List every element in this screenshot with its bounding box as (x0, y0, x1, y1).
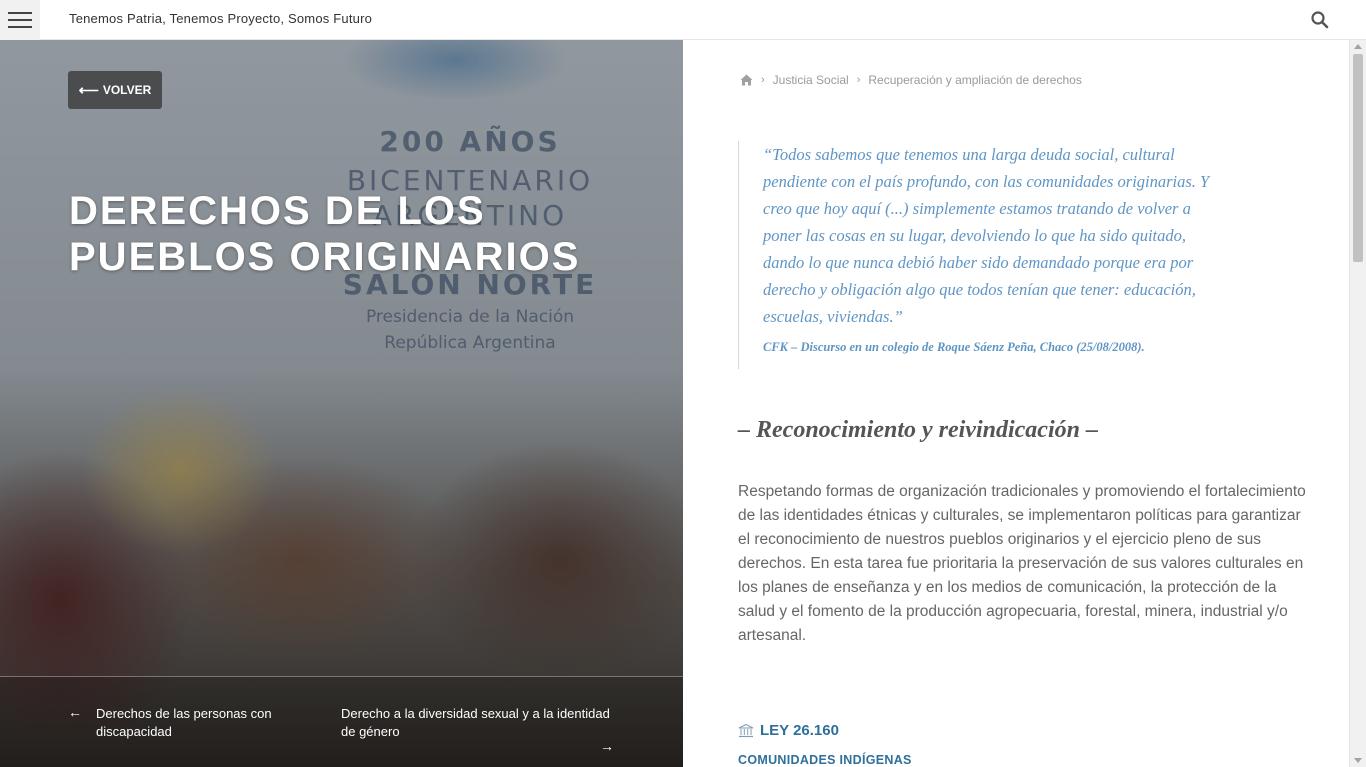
breadcrumb-item[interactable]: Recuperación y ampliación de derechos (868, 73, 1081, 87)
page-scrollbar[interactable] (1349, 40, 1366, 767)
law-heading[interactable]: LEY 26.160 (738, 722, 839, 739)
previous-article-label: Derechos de las personas con discapacida… (96, 706, 272, 739)
chevron-right-icon: › (856, 74, 861, 86)
hamburger-icon (8, 12, 32, 14)
arrow-left-icon: ⟵ (78, 81, 99, 98)
site-tagline[interactable]: Tenemos Patria, Tenemos Proyecto, Somos … (69, 11, 372, 26)
scroll-up-arrow-icon[interactable] (1354, 44, 1362, 49)
article-content: › Justicia Social › Recuperación y ampli… (683, 40, 1349, 767)
scroll-down-arrow-icon[interactable] (1354, 758, 1362, 763)
back-button[interactable]: ⟵ VOLVER (68, 71, 162, 109)
sign-line: República Argentina (384, 333, 556, 353)
sign-line: 200 AÑOS (379, 125, 561, 158)
top-bar: Tenemos Patria, Tenemos Proyecto, Somos … (0, 0, 1366, 40)
page-title: DERECHOS DE LOS PUEBLOS ORIGINARIOS (69, 189, 581, 279)
search-button[interactable] (1310, 10, 1330, 30)
quote-text: “Todos sabemos que tenemos una larga deu… (763, 145, 1210, 326)
sign-line: Presidencia de la Nación (365, 307, 575, 327)
home-icon[interactable] (740, 74, 753, 86)
section-body: Respetando formas de organización tradic… (738, 483, 1306, 644)
institution-icon (738, 723, 754, 737)
previous-article-link[interactable]: ← Derechos de las personas con discapaci… (68, 704, 298, 741)
arrow-right-icon: → (600, 738, 614, 754)
hamburger-menu-button[interactable] (0, 0, 40, 40)
quote-source: CFK – Discurso en un colegio de Roque Sá… (763, 340, 1145, 354)
article-navigation: ← Derechos de las personas con discapaci… (0, 676, 683, 767)
breadcrumb: › Justicia Social › Recuperación y ampli… (740, 73, 1082, 87)
law-title: LEY 26.160 (760, 722, 839, 739)
back-button-label: VOLVER (102, 83, 152, 97)
search-icon (1311, 11, 1329, 29)
quote-block: “Todos sabemos que tenemos una larga deu… (738, 141, 1218, 369)
arrow-left-icon: ← (68, 704, 82, 720)
hero-image: 200 AÑOS BICENTENARIO ARGENTINO SALÓN NO… (0, 40, 683, 767)
chevron-right-icon: › (761, 74, 765, 86)
breadcrumb-item[interactable]: Justicia Social (773, 73, 849, 87)
section-title: – Reconocimiento y reivindicación – (738, 417, 1098, 443)
scrollbar-thumb[interactable] (1353, 54, 1363, 262)
law-subtitle: COMUNIDADES INDÍGENAS (738, 753, 912, 767)
next-article-link[interactable]: Derecho a la diversidad sexual y a la id… (341, 705, 621, 754)
next-article-label: Derecho a la diversidad sexual y a la id… (341, 706, 610, 739)
